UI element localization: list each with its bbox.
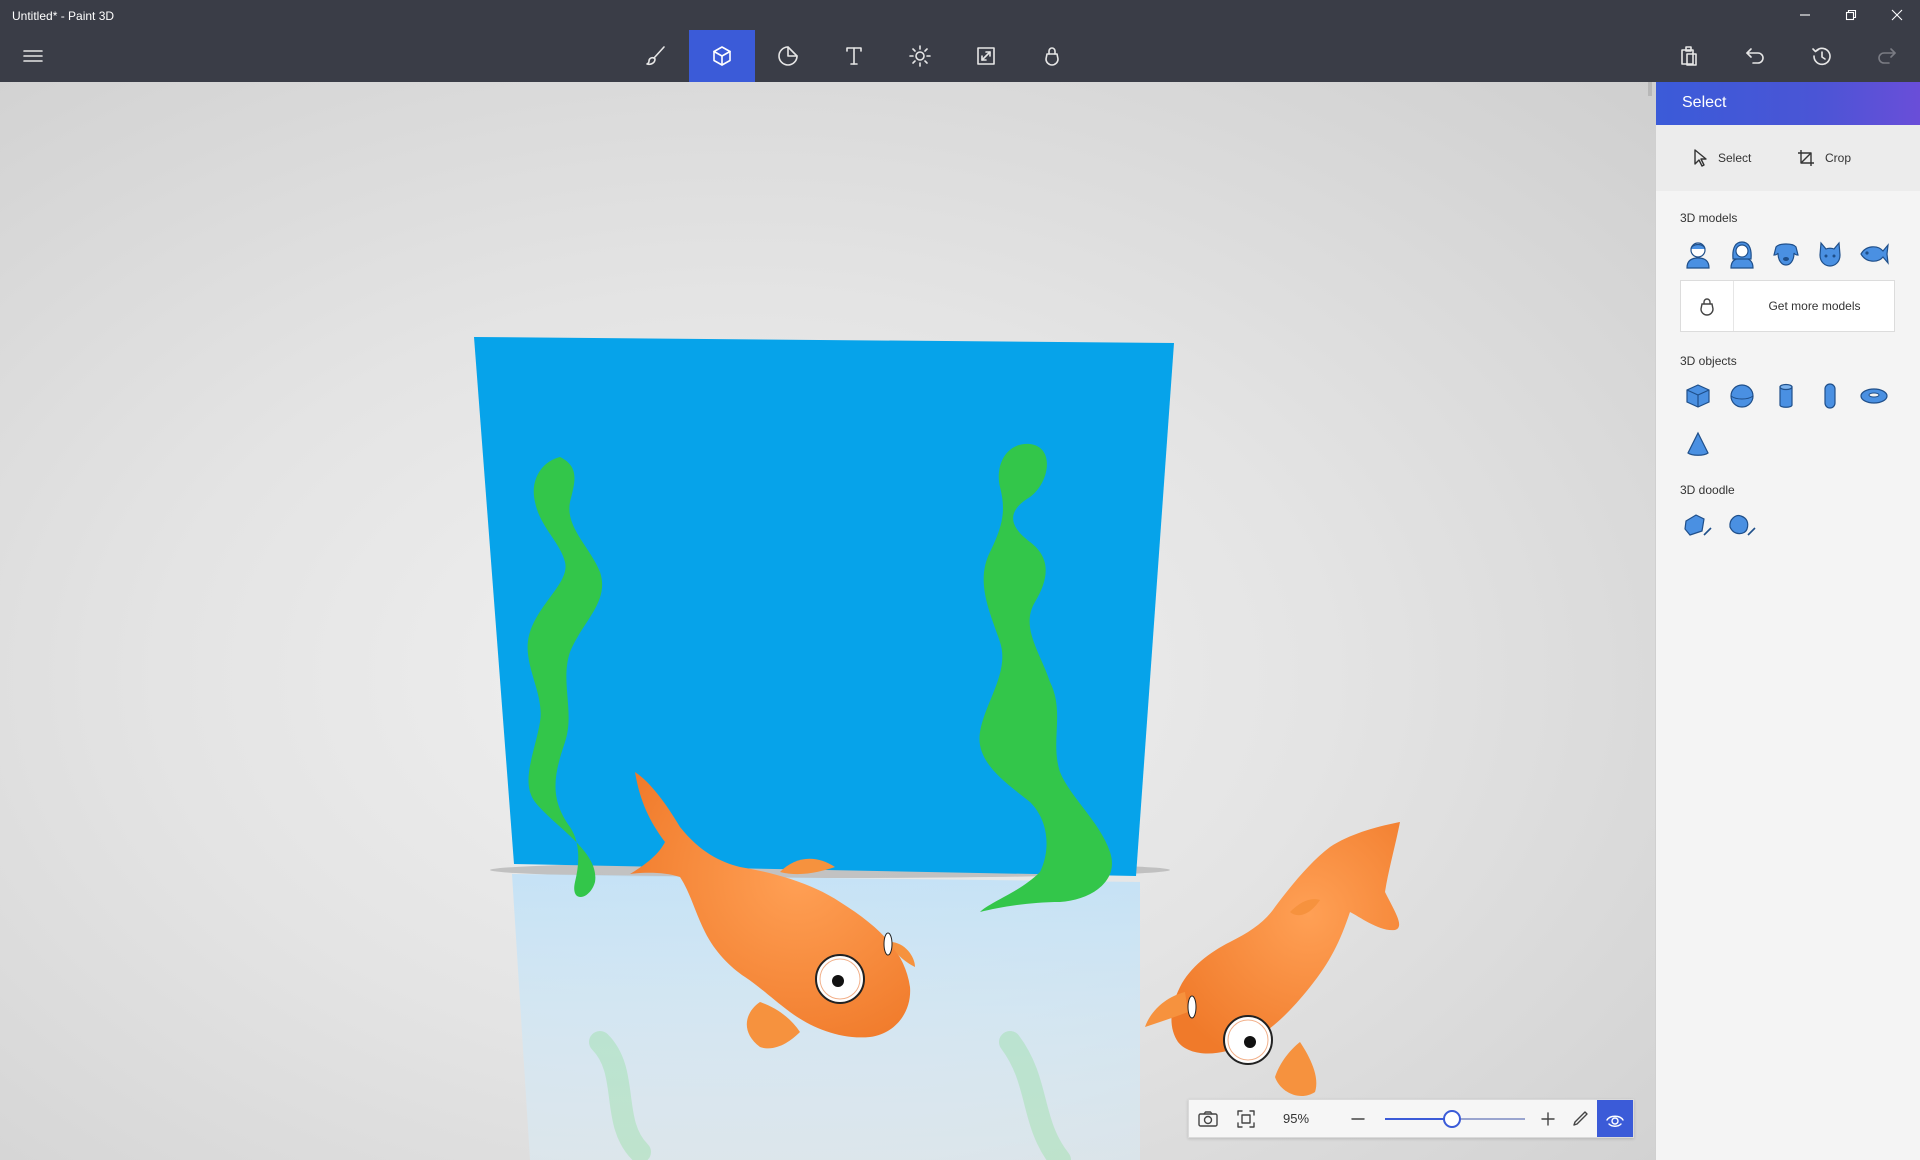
zoom-out-button[interactable] xyxy=(1339,1100,1377,1137)
history-icon xyxy=(1812,47,1831,66)
plus-icon xyxy=(1541,1111,1555,1126)
doodle-section-label: 3D doodle xyxy=(1680,483,1735,497)
doodle-sharp-edge[interactable] xyxy=(1680,508,1716,544)
eye-icon xyxy=(1606,1115,1624,1127)
object-torus[interactable] xyxy=(1856,378,1892,414)
pen-icon xyxy=(1573,1110,1588,1126)
tool-3d-shapes[interactable] xyxy=(689,30,755,82)
menu-button[interactable] xyxy=(0,30,66,82)
window-title: Untitled* - Paint 3D xyxy=(12,9,115,23)
dog-icon xyxy=(1773,243,1799,266)
paste-button[interactable] xyxy=(1656,30,1722,82)
capsule-icon xyxy=(1824,383,1836,409)
tool-3d-library[interactable] xyxy=(1019,30,1085,82)
crop-mode-label: Crop xyxy=(1825,151,1852,165)
fish-right[interactable] xyxy=(1145,822,1400,1097)
crop-mode-button[interactable]: Crop xyxy=(1797,143,1851,173)
panel-title: Select xyxy=(1682,94,1727,111)
zoom-value: 95% xyxy=(1282,1111,1310,1126)
canvas-resize-icon xyxy=(977,47,995,65)
models-section-label: 3D models xyxy=(1680,211,1738,225)
close-icon xyxy=(1891,9,1903,21)
history-button[interactable] xyxy=(1788,30,1854,82)
crop-icon xyxy=(1798,150,1814,166)
torus-icon xyxy=(1860,388,1888,404)
minimize-icon xyxy=(1800,14,1810,16)
tool-stickers[interactable] xyxy=(755,30,821,82)
doodle-soft-edge[interactable] xyxy=(1724,508,1760,544)
fit-screen-icon xyxy=(1237,1109,1255,1128)
panel-header: Select xyxy=(1656,82,1920,125)
redo-button[interactable] xyxy=(1854,30,1920,82)
zoom-slider-fill xyxy=(1385,1118,1452,1120)
get-more-models-label: Get more models xyxy=(1768,299,1861,313)
brush-icon xyxy=(646,46,665,66)
camera-icon xyxy=(1198,1110,1218,1127)
model-dog[interactable] xyxy=(1768,236,1804,272)
fit-to-screen-button[interactable] xyxy=(1227,1100,1265,1137)
undo-icon xyxy=(1746,48,1764,64)
model-cat[interactable] xyxy=(1812,236,1848,272)
soft-edge-doodle-icon xyxy=(1729,514,1756,536)
object-cone[interactable] xyxy=(1680,426,1716,462)
object-cube[interactable] xyxy=(1680,378,1716,414)
sphere-icon xyxy=(1730,384,1754,408)
model-fish[interactable] xyxy=(1856,236,1892,272)
select-mode-button[interactable]: Select xyxy=(1692,143,1751,173)
cursor-icon xyxy=(1694,149,1707,167)
minus-icon xyxy=(1351,1117,1365,1120)
zoom-in-button[interactable] xyxy=(1533,1100,1563,1137)
object-sphere[interactable] xyxy=(1724,378,1760,414)
tool-effects[interactable] xyxy=(887,30,953,82)
select-mode-bar: Select Crop xyxy=(1656,125,1920,191)
cylinder-icon xyxy=(1779,383,1793,408)
minimize-button[interactable] xyxy=(1782,0,1828,30)
object-cylinder[interactable] xyxy=(1768,378,1804,414)
restore-button[interactable] xyxy=(1828,0,1874,30)
sharp-edge-doodle-icon xyxy=(1684,514,1712,536)
mixed-reality-button[interactable] xyxy=(1563,1100,1597,1137)
library-lock-area xyxy=(1681,281,1734,331)
redo-icon xyxy=(1878,48,1896,64)
man-icon xyxy=(1686,242,1710,269)
paste-icon xyxy=(1681,46,1697,66)
sun-icon xyxy=(909,45,931,67)
view-3d-button[interactable] xyxy=(1597,1100,1633,1137)
tool-text[interactable] xyxy=(821,30,887,82)
get-more-models-button[interactable]: Get more models xyxy=(1680,280,1895,332)
library-icon xyxy=(1700,298,1714,316)
zoom-slider[interactable] xyxy=(1385,1110,1525,1128)
woman-icon xyxy=(1730,241,1754,269)
canvas-viewport[interactable] xyxy=(0,82,1655,1160)
hamburger-menu-icon xyxy=(23,50,43,62)
text-icon xyxy=(846,47,862,65)
cone-icon xyxy=(1687,431,1709,456)
tool-canvas[interactable] xyxy=(953,30,1019,82)
zoom-bar: 95% xyxy=(1188,1099,1634,1138)
objects-section-label: 3D objects xyxy=(1680,354,1737,368)
object-capsule[interactable] xyxy=(1812,378,1848,414)
screenshot-button[interactable] xyxy=(1189,1100,1227,1137)
canvas-scrollbar[interactable] xyxy=(1648,82,1652,96)
scene-3d xyxy=(474,337,1400,1160)
side-panel: Select Select Crop 3D models Get more mo… xyxy=(1655,82,1920,1160)
sticker-icon xyxy=(778,46,798,66)
title-bar: Untitled* - Paint 3D xyxy=(0,0,1920,30)
tool-brushes[interactable] xyxy=(623,30,689,82)
zoom-slider-thumb[interactable] xyxy=(1443,1110,1461,1128)
model-woman[interactable] xyxy=(1724,236,1760,272)
select-mode-label: Select xyxy=(1718,151,1752,165)
undo-button[interactable] xyxy=(1722,30,1788,82)
model-man[interactable] xyxy=(1680,236,1716,272)
cube-icon xyxy=(1686,384,1710,408)
cube-icon xyxy=(713,46,731,66)
fish-icon xyxy=(1860,243,1889,265)
close-button[interactable] xyxy=(1874,0,1920,30)
restore-icon xyxy=(1845,9,1857,21)
main-toolbar xyxy=(0,30,1920,82)
cat-icon xyxy=(1819,241,1841,267)
library-icon xyxy=(1045,47,1059,66)
